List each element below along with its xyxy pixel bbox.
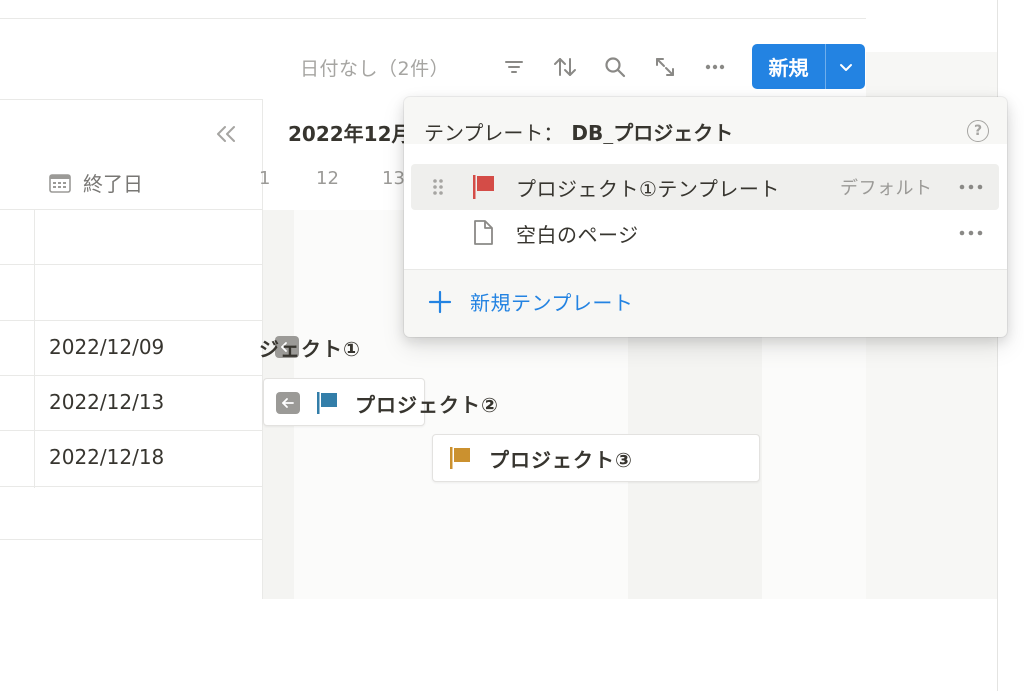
end-date-cell[interactable]: 2022/12/18 (49, 445, 164, 469)
new-button[interactable]: 新規 (752, 44, 826, 89)
add-template-label: 新規テンプレート (470, 291, 634, 315)
page-icon (469, 219, 497, 247)
plus-icon (428, 290, 452, 313)
dropdown-header-prefix: テンプレート： (424, 121, 564, 145)
template-item-label: プロジェクト①テンプレート (516, 176, 780, 201)
sort-icon[interactable] (550, 52, 580, 82)
database-name: DB_プロジェクト (571, 121, 734, 145)
arrow-left-icon[interactable] (276, 392, 300, 414)
template-item[interactable]: 空白のページ (411, 210, 999, 256)
add-template-button[interactable]: 新規テンプレート (428, 287, 633, 316)
timeline-bar[interactable]: プロジェクト② (263, 378, 498, 426)
new-button-group: 新規 (752, 44, 865, 89)
blue-flag-icon (317, 392, 337, 414)
row-divider (0, 539, 262, 540)
end-date-column-header[interactable]: 終了日 (49, 168, 143, 197)
default-badge: デフォルト (840, 178, 933, 199)
chevron-down-icon (839, 63, 852, 71)
end-date-header-label: 終了日 (83, 172, 143, 196)
expand-icon[interactable] (650, 52, 680, 82)
row-divider (0, 320, 262, 321)
orange-flag-icon (450, 447, 470, 469)
end-date-cell[interactable]: 2022/12/09 (49, 335, 164, 359)
more-icon[interactable] (956, 177, 986, 197)
row-divider (0, 430, 262, 431)
new-dropdown-toggle[interactable] (826, 44, 865, 89)
timeline-bar-label: プロジェクト② (355, 393, 499, 417)
no-date-count[interactable]: 日付なし（2件） (300, 54, 449, 81)
column-divider (34, 210, 35, 488)
timeline-day: 12 (316, 168, 339, 189)
timeline-month-label: 2022年12月 (288, 122, 412, 146)
template-dropdown: テンプレート： DB_プロジェクト ? プロジェクト①テンプレート デフォルト 空… (404, 97, 1007, 337)
timeline-day: 13 (382, 168, 405, 189)
top-divider (0, 18, 866, 19)
timeline-bar[interactable]: ジェクト① (259, 323, 413, 371)
timeline-bar-label: プロジェクト③ (489, 448, 633, 472)
template-item[interactable]: プロジェクト①テンプレート デフォルト (411, 164, 999, 210)
filter-icon[interactable] (499, 52, 529, 82)
row-divider (0, 209, 262, 210)
search-icon[interactable] (600, 52, 630, 82)
dropdown-header: テンプレート： DB_プロジェクト (424, 117, 733, 146)
red-flag-icon (469, 173, 497, 201)
timeline-bar[interactable]: プロジェクト③ (432, 434, 760, 482)
end-date-cell[interactable]: 2022/12/13 (49, 390, 164, 414)
dropdown-divider (404, 269, 1007, 270)
more-icon[interactable] (700, 52, 730, 82)
template-list: プロジェクト①テンプレート デフォルト 空白のページ (404, 144, 1007, 270)
row-divider (0, 375, 262, 376)
more-icon[interactable] (956, 223, 986, 243)
timeline-bar-label: ジェクト① (259, 337, 361, 361)
row-divider (0, 264, 262, 265)
drag-handle-icon[interactable] (431, 177, 445, 197)
table-header-border (0, 99, 262, 100)
calendar-icon (49, 173, 71, 193)
row-divider (0, 486, 262, 487)
timeline-day: 1 (259, 168, 271, 189)
help-icon[interactable]: ? (967, 120, 989, 142)
collapse-table-icon[interactable] (212, 120, 240, 148)
template-item-label: 空白のページ (516, 222, 639, 247)
